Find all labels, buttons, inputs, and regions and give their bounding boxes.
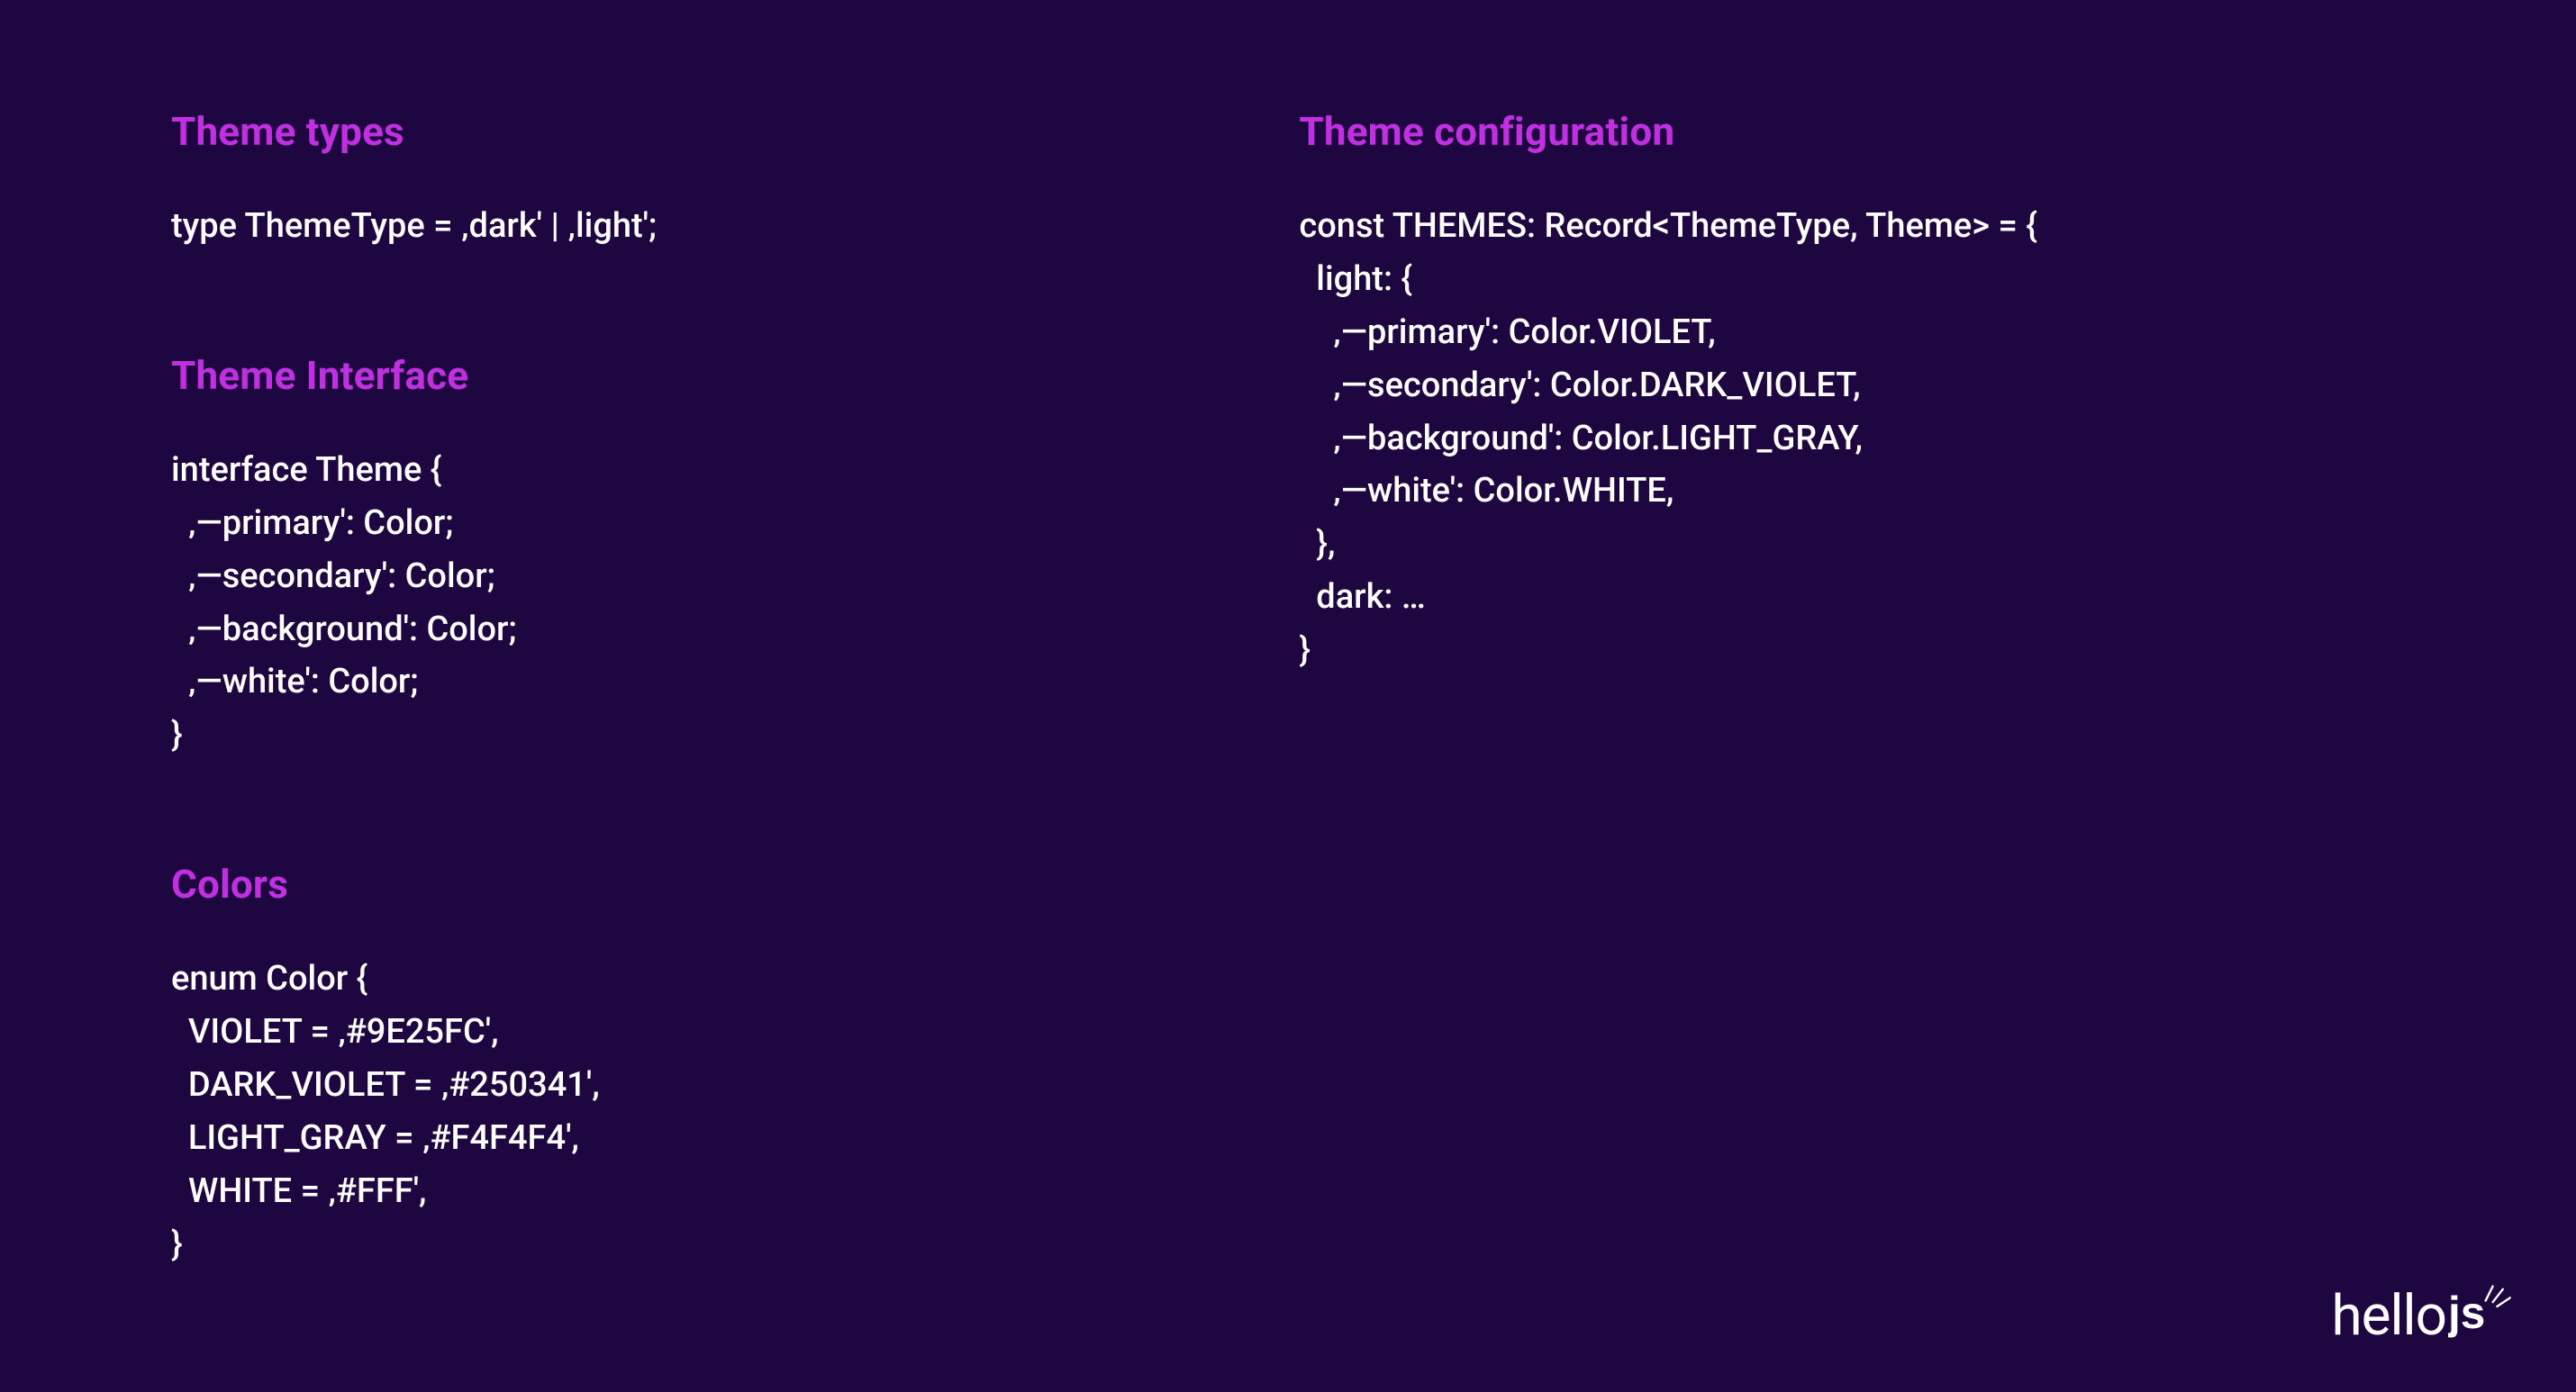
svg-text:js: js — [2448, 1288, 2485, 1338]
logo-text-prefix: hello — [2331, 1283, 2446, 1349]
heading-theme-types: Theme types — [171, 108, 1299, 155]
section-theme-interface: Theme Interface interface Theme { ‚—prim… — [171, 352, 1299, 762]
section-theme-configuration: Theme configuration const THEMES: Record… — [1299, 108, 2405, 677]
left-column: Theme types type ThemeType = ‚dark' | ‚l… — [171, 108, 1299, 1284]
code-theme-interface: interface Theme { ‚—primary': Color; ‚—s… — [171, 444, 1299, 762]
section-colors: Colors enum Color { VIOLET = ‚#9E25FC', … — [171, 861, 1299, 1270]
logo-js-icon: js — [2448, 1285, 2513, 1348]
heading-colors: Colors — [171, 861, 1299, 908]
code-theme-types: type ThemeType = ‚dark' | ‚light'; — [171, 200, 1299, 253]
brand-logo: hello js — [2331, 1283, 2513, 1349]
right-column: Theme configuration const THEMES: Record… — [1299, 108, 2405, 1284]
code-colors: enum Color { VIOLET = ‚#9E25FC', DARK_VI… — [171, 953, 1299, 1270]
heading-theme-configuration: Theme configuration — [1299, 108, 2405, 155]
heading-theme-interface: Theme Interface — [171, 352, 1299, 399]
section-theme-types: Theme types type ThemeType = ‚dark' | ‚l… — [171, 108, 1299, 253]
slide: Theme types type ThemeType = ‚dark' | ‚l… — [0, 0, 2576, 1392]
code-theme-configuration: const THEMES: Record<ThemeType, Theme> =… — [1299, 200, 2405, 677]
